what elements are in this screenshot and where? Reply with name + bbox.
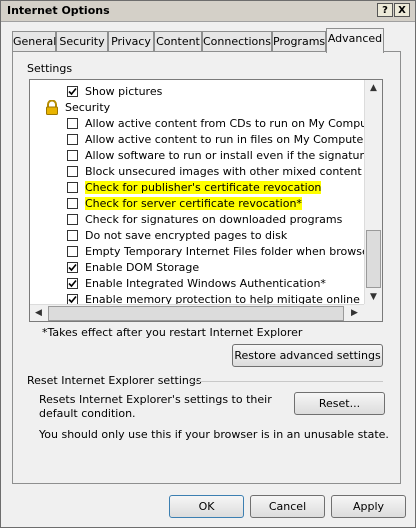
setting-label: Check for publisher's certificate revoca… — [85, 181, 322, 194]
setting-checkbox[interactable] — [67, 262, 78, 273]
tab-security[interactable]: Security — [56, 31, 108, 51]
setting-label: Check for signatures on downloaded progr… — [85, 213, 343, 226]
vertical-scroll-thumb[interactable] — [366, 230, 381, 288]
setting-label: Allow software to run or install even if… — [85, 149, 383, 162]
setting-label: Allow active content from CDs to run on … — [85, 117, 383, 130]
tab-content[interactable]: Content — [154, 31, 202, 51]
tab-privacy[interactable]: Privacy — [108, 31, 154, 51]
scrollbar-corner — [364, 304, 382, 321]
setting-checkbox[interactable] — [67, 182, 78, 193]
reset-description: Resets Internet Explorer's settings to t… — [39, 393, 272, 420]
setting-checkbox[interactable] — [67, 214, 78, 225]
setting-checkbox[interactable] — [67, 246, 78, 257]
scroll-up-icon[interactable]: ▲ — [365, 80, 382, 97]
title-bar[interactable]: Internet Options ? X — [1, 1, 415, 22]
cancel-button[interactable]: Cancel — [250, 495, 325, 518]
vertical-scrollbar[interactable]: ▲ ▼ — [364, 80, 382, 306]
scroll-right-icon[interactable]: ▶ — [346, 305, 363, 321]
reset-section-title: Reset Internet Explorer settings — [27, 374, 202, 387]
ok-button[interactable]: OK — [169, 495, 244, 518]
tab-advanced[interactable]: Advanced — [326, 28, 384, 53]
setting-checkbox[interactable] — [67, 166, 78, 177]
restore-advanced-settings-button[interactable]: Restore advanced settings — [232, 344, 383, 367]
reset-button[interactable]: Reset... — [294, 392, 385, 415]
setting-label: Show pictures — [85, 85, 163, 98]
setting-label: Block unsecured images with other mixed … — [85, 165, 362, 178]
category-label: Security — [65, 101, 111, 114]
lock-icon — [45, 99, 59, 115]
tab-general[interactable]: General — [12, 31, 56, 51]
setting-checkbox[interactable] — [67, 198, 78, 209]
horizontal-scrollbar[interactable]: ◀ ▶ — [30, 304, 364, 321]
tab-programs[interactable]: Programs — [272, 31, 326, 51]
tab-connections[interactable]: Connections — [202, 31, 272, 51]
reset-section-divider — [189, 381, 383, 382]
setting-checkbox[interactable] — [67, 150, 78, 161]
apply-button[interactable]: Apply — [331, 495, 406, 518]
setting-checkbox[interactable] — [67, 230, 78, 241]
close-button[interactable]: X — [394, 3, 410, 17]
setting-label: Do not save encrypted pages to disk — [85, 229, 288, 242]
horizontal-scroll-thumb[interactable] — [48, 306, 344, 321]
settings-list[interactable]: Show pictures Security Allow active conten… — [29, 79, 383, 322]
setting-label: Allow active content to run in files on … — [85, 133, 374, 146]
setting-checkbox[interactable] — [67, 278, 78, 289]
setting-checkbox[interactable] — [67, 134, 78, 145]
internet-options-window: Internet Options ? X General Security Priv… — [0, 0, 416, 528]
window-title: Internet Options — [7, 4, 110, 17]
restart-note: *Takes effect after you restart Internet… — [42, 326, 303, 339]
setting-label: Check for server certificate revocation* — [85, 197, 302, 210]
scroll-left-icon[interactable]: ◀ — [30, 305, 47, 321]
setting-checkbox[interactable] — [67, 118, 78, 129]
help-button[interactable]: ? — [377, 3, 393, 17]
setting-checkbox[interactable] — [67, 86, 78, 97]
setting-label: Enable DOM Storage — [85, 261, 200, 274]
setting-label: Enable Integrated Windows Authentication… — [85, 277, 326, 290]
settings-label: Settings — [27, 62, 73, 75]
reset-warning: You should only use this if your browser… — [39, 428, 389, 441]
setting-label: Empty Temporary Internet Files folder wh… — [85, 245, 383, 258]
